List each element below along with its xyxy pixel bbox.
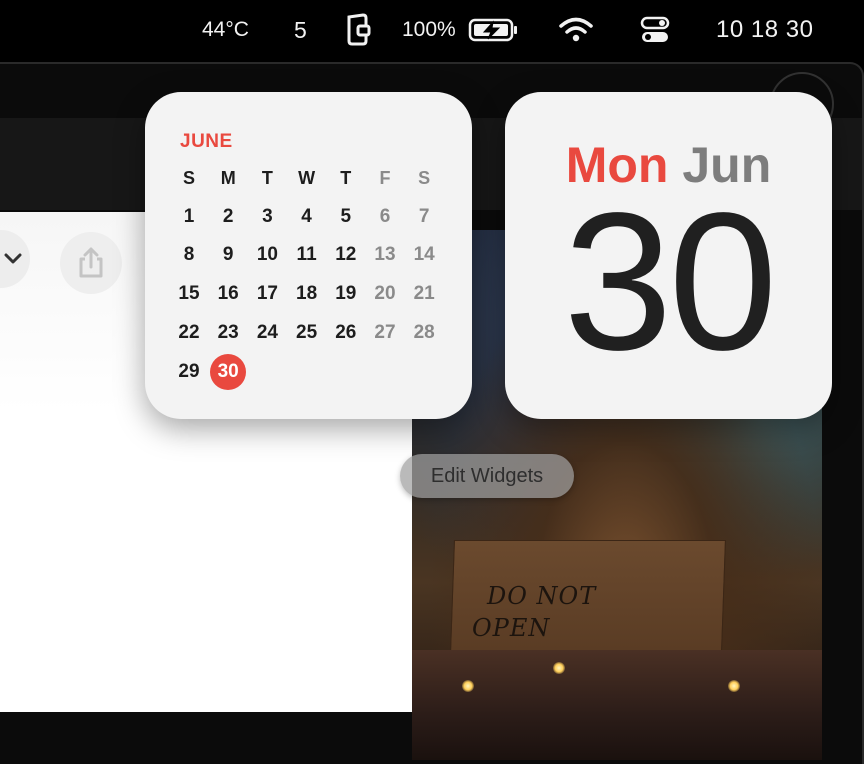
date-day-number: 30 [563, 172, 777, 391]
control-center-icon[interactable] [640, 0, 670, 60]
calendar-today: 30 [208, 353, 248, 390]
menu-bar-clock[interactable]: 10 18 30 [716, 0, 813, 60]
calendar-day: 16 [217, 283, 239, 305]
calendar-day: 5 [340, 205, 352, 227]
calendar-day: 3 [262, 205, 273, 227]
calendar-day: 27 [374, 321, 396, 343]
calendar-day: 4 [301, 205, 312, 227]
calendar-day: 20 [374, 283, 396, 305]
calendar-month-widget[interactable]: JUNE S M T W T F S 1 2 3 4 5 6 7 8 9 10 11 12 13 14 15 16 17 18 1… [145, 92, 472, 419]
calendar-day: 29 [178, 360, 200, 382]
battery-charging-icon[interactable] [468, 0, 520, 60]
calendar-month-label: JUNE [180, 131, 233, 152]
calendar-day: 21 [413, 283, 435, 305]
calendar-day: 15 [178, 283, 200, 305]
wallpaper-candle-light [553, 662, 565, 674]
menu-extra-number[interactable]: 5 [294, 0, 307, 60]
menu-bar: 44°C 5 100% 10 18 30 [0, 0, 864, 60]
temperature-status[interactable]: 44°C [202, 0, 249, 60]
share-icon [79, 247, 103, 278]
calendar-day: 23 [217, 321, 239, 343]
calendar-weekday-header: M [220, 167, 236, 188]
edit-widgets-button[interactable]: Edit Widgets [400, 454, 574, 498]
calendar-day: 19 [335, 283, 357, 305]
wallpaper-blanket [412, 650, 822, 760]
wallet-icon[interactable] [344, 0, 372, 60]
wallpaper-sign-text: OPEN [472, 614, 551, 642]
wifi-icon[interactable] [559, 0, 593, 60]
calendar-day: 25 [296, 321, 318, 343]
calendar-day: 12 [335, 244, 357, 266]
calendar-weekday-header: S [418, 167, 431, 188]
calendar-day: 13 [374, 244, 396, 266]
calendar-weekday-header: T [340, 167, 352, 188]
calendar-day: 26 [335, 321, 357, 343]
calendar-weekday-header: W [298, 167, 316, 188]
calendar-day: 9 [222, 244, 234, 266]
calendar-day: 1 [183, 205, 195, 227]
chevron-down-icon [4, 253, 22, 264]
calendar-day: 8 [183, 244, 195, 266]
calendar-weekday-header: T [261, 167, 273, 188]
share-button[interactable] [60, 232, 122, 294]
wallpaper-candle-light [462, 680, 474, 692]
wallpaper-sign-text: DO NOT [487, 582, 597, 610]
calendar-day: 17 [256, 283, 278, 305]
calendar-day: 7 [418, 205, 430, 227]
calendar-weekday-header: F [379, 167, 391, 188]
calendar-day: 22 [178, 321, 200, 343]
wallpaper-candle-light [728, 680, 740, 692]
calendar-day: 24 [256, 321, 278, 343]
calendar-day: 18 [296, 283, 318, 305]
calendar-day: 28 [413, 321, 435, 343]
date-widget[interactable]: Mon Jun 30 [505, 92, 832, 419]
calendar-day: 11 [296, 244, 317, 266]
calendar-weekday-header: S [182, 167, 195, 188]
calendar-day: 14 [413, 244, 435, 266]
calendar-day: 6 [379, 205, 391, 227]
calendar-day: 10 [256, 244, 278, 266]
calendar-day: 2 [222, 205, 234, 227]
battery-percent[interactable]: 100% [402, 0, 456, 60]
